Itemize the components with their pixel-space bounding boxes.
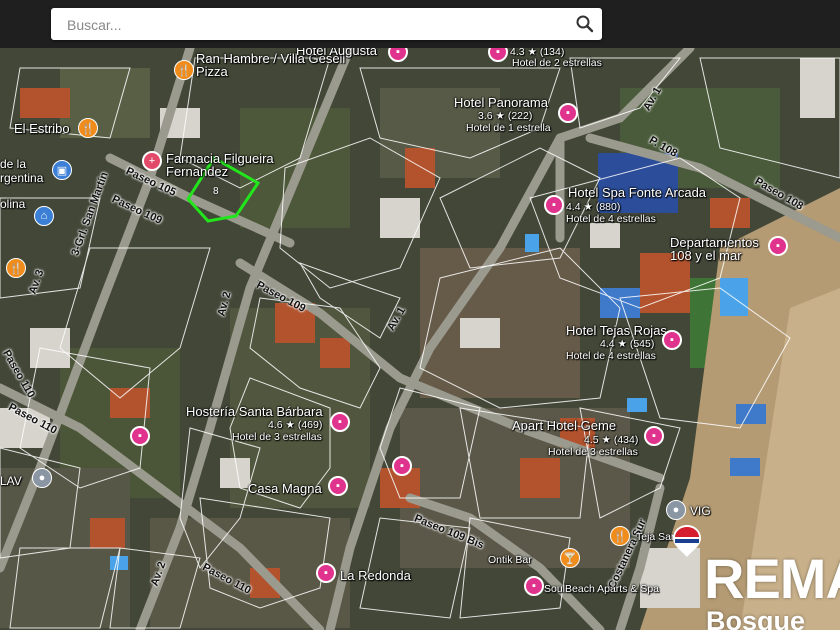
place-label[interactable]: Hotel Panorama xyxy=(454,96,548,109)
place-label-partial: VIG xyxy=(690,504,711,518)
place-label[interactable]: SoulBeach Aparts & Spa xyxy=(544,583,659,596)
restaurant-pin-icon[interactable]: 🍴 xyxy=(6,258,26,278)
place-label[interactable]: Hotel Augusta xyxy=(296,48,377,57)
place-label[interactable]: El Estribo xyxy=(14,122,70,135)
place-label-partial: LAV xyxy=(0,474,22,488)
satellite-map[interactable]: Paseo 105 Paseo 109 Paseo 109 Paseo 110 … xyxy=(0,48,840,630)
remax-watermark: REMA Bosque xyxy=(704,528,840,630)
restaurant-pin-icon[interactable]: 🍴 xyxy=(610,526,630,546)
place-label[interactable]: Farmacia Filgueira Fernandez xyxy=(166,152,286,178)
restaurant-pin-icon[interactable]: 🍴 xyxy=(78,118,98,138)
place-pin-icon[interactable]: ▣ xyxy=(52,160,72,180)
place-label[interactable]: Ontik Bar xyxy=(488,554,532,567)
parcel-number: 8 xyxy=(213,186,219,197)
place-label-sub: Hotel de 3 estrellas xyxy=(232,431,322,443)
brand-city: Bosque xyxy=(706,606,806,630)
hotel-pin-icon[interactable]: ▪ xyxy=(544,195,564,215)
hotel-pin-icon[interactable]: ▪ xyxy=(130,426,150,446)
place-pin-icon[interactable]: ● xyxy=(666,500,686,520)
hotel-pin-icon[interactable]: ▪ xyxy=(316,563,336,583)
place-label-sub: Hotel de 3 estrellas xyxy=(548,446,638,458)
hotel-pin-icon[interactable]: ▪ xyxy=(392,456,412,476)
place-pin-icon[interactable]: ● xyxy=(32,468,52,488)
pharmacy-pin-icon[interactable]: + xyxy=(142,151,162,171)
place-label-sub: Hotel de 4 estrellas xyxy=(566,213,656,225)
hotel-pin-icon[interactable]: ▪ xyxy=(558,103,578,123)
place-label[interactable]: Hotel Spa Fonte Arcada xyxy=(568,186,706,199)
hotel-pin-icon[interactable]: ▪ xyxy=(330,412,350,432)
hotel-pin-icon[interactable]: ▪ xyxy=(328,476,348,496)
place-label-partial: olina xyxy=(0,197,26,211)
place-label[interactable]: Casa Magna xyxy=(248,482,322,495)
place-label-sub: Hotel de 1 estrella xyxy=(466,122,551,134)
hotel-pin-icon[interactable]: ▪ xyxy=(644,426,664,446)
place-label-partial: rgentina xyxy=(0,171,44,185)
place-label[interactable]: Hostería Santa Bárbara xyxy=(186,405,323,418)
search-icon[interactable] xyxy=(574,13,596,35)
place-label[interactable]: Departamentos 108 y el mar xyxy=(670,236,770,262)
brand-name: REMA xyxy=(704,547,840,610)
place-label[interactable]: Apart Hotel Geme xyxy=(512,419,616,432)
restaurant-pin-icon[interactable]: 🍴 xyxy=(174,60,194,80)
place-label[interactable]: Hotel de 2 estrellas xyxy=(512,57,602,70)
hotel-pin-icon[interactable]: ▪ xyxy=(524,576,544,596)
search-box[interactable] xyxy=(51,8,602,42)
hotel-pin-icon[interactable]: ▪ xyxy=(768,236,788,256)
search-input[interactable] xyxy=(65,8,549,42)
place-label-sub: Hotel de 4 estrellas xyxy=(566,350,656,362)
place-pin-icon[interactable]: ⌂ xyxy=(34,206,54,226)
place-label-partial: de la xyxy=(0,157,27,171)
remax-balloon-logo xyxy=(673,525,701,557)
place-label[interactable]: La Redonda xyxy=(340,569,411,582)
top-bar xyxy=(0,0,840,48)
restaurant-pin-icon[interactable]: 🍸 xyxy=(560,548,580,568)
hotel-pin-icon[interactable]: ▪ xyxy=(662,330,682,350)
place-label[interactable]: Hotel Tejas Rojas xyxy=(566,324,667,337)
